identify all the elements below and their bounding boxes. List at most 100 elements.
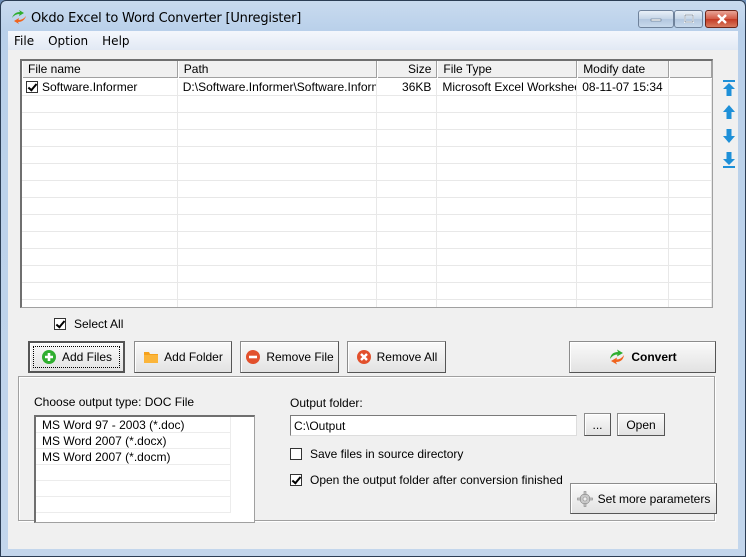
column-header-size[interactable]: Size (377, 61, 438, 78)
empty-cell (577, 300, 670, 307)
empty-cell (437, 198, 578, 214)
add-files-button[interactable]: Add Files (28, 341, 125, 373)
empty-cell (178, 300, 378, 307)
empty-cell (178, 198, 378, 214)
save-in-source-check[interactable] (290, 448, 302, 460)
menu-bar: File Option Help (8, 31, 738, 50)
output-type-list[interactable]: MS Word 97 - 2003 (*.doc) MS Word 2007 (… (34, 415, 255, 523)
move-up-icon[interactable] (721, 103, 737, 121)
remove-file-label: Remove File (266, 350, 334, 364)
menu-file[interactable]: File (8, 34, 41, 48)
minimize-button[interactable] (638, 10, 674, 28)
menu-option[interactable]: Option (41, 34, 95, 48)
empty-cell (377, 215, 438, 231)
file-list-rows: Software.Informer D:\Software.Informer\S… (22, 79, 712, 307)
column-header-blank (669, 61, 712, 78)
menu-help[interactable]: Help (95, 34, 136, 48)
empty-cell (437, 283, 578, 299)
empty-row (22, 147, 712, 164)
list-filler-row (36, 465, 231, 481)
table-row[interactable]: Software.Informer D:\Software.Informer\S… (22, 79, 712, 96)
browse-button[interactable]: ... (584, 413, 611, 436)
maximize-button[interactable] (674, 10, 703, 28)
select-all-check[interactable] (54, 318, 66, 330)
empty-cell (577, 215, 670, 231)
minimize-icon (650, 18, 662, 22)
open-after-checkbox[interactable]: Open the output folder after conversion … (290, 473, 563, 487)
output-folder-input[interactable] (290, 415, 577, 436)
window-title: Okdo Excel to Word Converter [Unregister… (31, 11, 302, 26)
move-down-icon[interactable] (721, 127, 737, 145)
set-more-parameters-label: Set more parameters (597, 491, 711, 506)
output-type-item[interactable]: MS Word 97 - 2003 (*.doc) (36, 417, 231, 433)
empty-cell (669, 283, 712, 299)
empty-cell (669, 266, 712, 282)
save-in-source-checkbox[interactable]: Save files in source directory (290, 447, 463, 461)
open-after-check[interactable] (290, 474, 302, 486)
maximize-icon (683, 14, 694, 23)
blank-cell (669, 79, 712, 95)
move-to-top-icon[interactable] (721, 79, 737, 97)
empty-cell (437, 300, 578, 307)
select-all-checkbox[interactable]: Select All (54, 317, 123, 331)
title-bar[interactable]: Okdo Excel to Word Converter [Unregister… (1, 1, 745, 31)
empty-cell (377, 130, 438, 146)
convert-icon (610, 349, 625, 365)
move-to-bottom-icon[interactable] (721, 151, 737, 169)
convert-button[interactable]: Convert (569, 341, 716, 373)
empty-cell (377, 164, 438, 180)
empty-cell (22, 181, 178, 197)
empty-cell (669, 96, 712, 112)
empty-cell (377, 113, 438, 129)
empty-cell (669, 198, 712, 214)
empty-cell (22, 215, 178, 231)
column-header-file-name[interactable]: File name (22, 61, 178, 78)
output-type-item[interactable]: MS Word 2007 (*.docm) (36, 449, 231, 465)
empty-cell (22, 249, 178, 265)
empty-cell (178, 113, 378, 129)
column-header-file-type[interactable]: File Type (437, 61, 578, 78)
empty-cell (577, 147, 670, 163)
empty-cell (22, 300, 178, 307)
empty-cell (577, 96, 670, 112)
empty-cell (437, 96, 578, 112)
empty-cell (377, 283, 438, 299)
empty-cell (377, 266, 438, 282)
empty-cell (577, 164, 670, 180)
app-window: Okdo Excel to Word Converter [Unregister… (0, 0, 746, 557)
close-button[interactable] (705, 10, 738, 28)
remove-all-button[interactable]: Remove All (347, 341, 446, 373)
add-folder-label: Add Folder (164, 350, 223, 364)
empty-row (22, 232, 712, 249)
empty-cell (577, 113, 670, 129)
empty-cell (178, 164, 378, 180)
empty-cell (577, 232, 670, 248)
file-list[interactable]: File name Path Size File Type Modify dat… (20, 59, 713, 308)
path-cell: D:\Software.Informer\Software.Inform... (178, 79, 378, 95)
empty-cell (437, 181, 578, 197)
remove-file-button[interactable]: Remove File (240, 341, 339, 373)
empty-cell (22, 266, 178, 282)
set-more-parameters-button[interactable]: Set more parameters (570, 483, 717, 514)
open-after-label: Open the output folder after conversion … (310, 473, 563, 487)
empty-cell (22, 283, 178, 299)
row-checkbox[interactable] (26, 81, 38, 93)
folder-icon (144, 352, 159, 363)
empty-row (22, 164, 712, 181)
open-folder-button[interactable]: Open (617, 413, 665, 436)
column-header-path[interactable]: Path (177, 61, 378, 78)
empty-cell (669, 249, 712, 265)
empty-cell (669, 147, 712, 163)
empty-cell (377, 300, 438, 307)
empty-row (22, 181, 712, 198)
empty-cell (577, 130, 670, 146)
empty-cell (178, 266, 378, 282)
close-icon (716, 14, 727, 24)
empty-cell (377, 198, 438, 214)
empty-cell (178, 249, 378, 265)
size-cell: 36KB (377, 79, 438, 95)
add-folder-button[interactable]: Add Folder (134, 341, 232, 373)
column-header-modify-date[interactable]: Modify date (577, 61, 670, 78)
empty-cell (22, 164, 178, 180)
output-type-item[interactable]: MS Word 2007 (*.docx) (36, 433, 231, 449)
